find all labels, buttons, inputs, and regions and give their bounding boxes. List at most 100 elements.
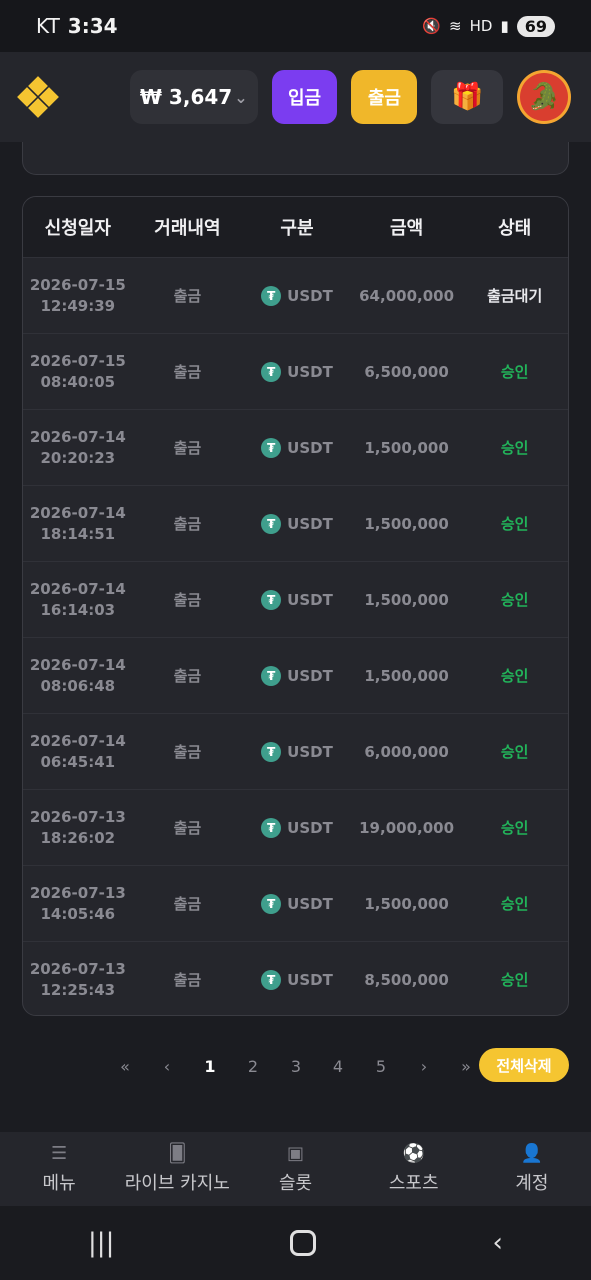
withdraw-button[interactable]: 출금 <box>351 70 418 124</box>
back-icon[interactable]: ‹ <box>493 1228 503 1258</box>
cards-icon: 🂠 <box>168 1143 187 1164</box>
status-badge: 승인 <box>500 971 529 989</box>
row-currency: ₮ USDT <box>242 513 352 534</box>
status-badge: 승인 <box>500 819 529 837</box>
header-status: 상태 <box>498 218 532 239</box>
row-currency-label: USDT <box>287 818 333 837</box>
table-header: 신청일자 거래내역 구분 금액 상태 <box>23 197 568 257</box>
table-row: 2026-07-14 18:14:51 출금 ₮ USDT 1,500,000 승인 <box>23 485 568 561</box>
row-date-day: 2026-07-13 <box>29 807 126 826</box>
row-type: 출금 <box>173 515 202 533</box>
row-date-time: 08:40:05 <box>40 372 116 391</box>
tether-icon: ₮ <box>261 437 282 458</box>
page-3-button[interactable]: 3 <box>281 1048 311 1084</box>
row-type: 출금 <box>173 363 202 381</box>
row-currency-label: USDT <box>287 286 333 305</box>
table-row: 2026-07-15 12:49:39 출금 ₮ USDT 64,000,000 출금대기 <box>23 257 568 333</box>
row-date: 2026-07-13 12:25:43 <box>23 959 133 1001</box>
row-amount: 6,000,000 <box>364 742 449 761</box>
table-row: 2026-07-13 18:26:02 출금 ₮ USDT 19,000,000 승인 <box>23 789 568 865</box>
next-page-button[interactable]: › <box>409 1048 439 1084</box>
clock: 3:34 <box>67 14 118 38</box>
pagination: « ‹ 1 2 3 4 5 › » 전체삭제 <box>0 1048 591 1084</box>
row-amount: 1,500,000 <box>364 438 449 457</box>
row-type: 출금 <box>173 743 202 761</box>
row-date-day: 2026-07-14 <box>29 655 126 674</box>
tether-icon: ₮ <box>261 969 282 990</box>
row-currency-label: USDT <box>287 438 333 457</box>
tether-icon: ₮ <box>261 893 282 914</box>
previous-panel-bottom <box>22 142 569 175</box>
nav-menu[interactable]: ☰ 메뉴 <box>0 1132 118 1206</box>
top-header: ₩ 3,647 ⌄ 입금 출금 🎁 🐊 <box>0 52 591 142</box>
header-date: 신청일자 <box>44 218 111 239</box>
nav-slot-label: 슬롯 <box>278 1173 313 1194</box>
row-currency: ₮ USDT <box>242 969 352 990</box>
brand-logo-icon[interactable] <box>17 76 59 118</box>
balance-dropdown[interactable]: ₩ 3,647 ⌄ <box>129 70 258 124</box>
row-amount: 1,500,000 <box>364 894 449 913</box>
avatar[interactable]: 🐊 <box>517 70 571 124</box>
row-date-time: 18:14:51 <box>40 524 116 543</box>
row-currency-label: USDT <box>287 742 333 761</box>
table-row: 2026-07-13 14:05:46 출금 ₮ USDT 1,500,000 승인 <box>23 865 568 941</box>
recent-apps-icon[interactable]: ||| <box>88 1228 114 1258</box>
slot-icon: ▣ <box>287 1143 305 1164</box>
row-currency: ₮ USDT <box>242 437 352 458</box>
row-currency-label: USDT <box>287 362 333 381</box>
row-date-day: 2026-07-14 <box>29 579 126 598</box>
table-row: 2026-07-14 16:14:03 출금 ₮ USDT 1,500,000 승인 <box>23 561 568 637</box>
ball-icon: ⚽ <box>402 1143 425 1164</box>
row-amount: 1,500,000 <box>364 666 449 685</box>
status-bar: KT 3:34 🔇 ≋ HD ▮ 69 <box>0 0 591 52</box>
nav-sports[interactable]: ⚽ 스포츠 <box>355 1132 473 1206</box>
row-date-time: 12:25:43 <box>40 980 116 999</box>
tether-icon: ₮ <box>261 589 282 610</box>
row-currency: ₮ USDT <box>242 741 352 762</box>
home-icon[interactable] <box>290 1230 317 1256</box>
row-currency-label: USDT <box>287 666 333 685</box>
row-currency: ₮ USDT <box>242 361 352 382</box>
row-type: 출금 <box>173 667 202 685</box>
last-page-button[interactable]: » <box>451 1048 481 1084</box>
withdrawal-history-table: 신청일자 거래내역 구분 금액 상태 2026-07-15 12:49:39 출금 ₮… <box>22 196 569 1016</box>
nav-live-casino[interactable]: 🂠 라이브 카지노 <box>118 1132 236 1206</box>
page-2-button[interactable]: 2 <box>238 1048 268 1084</box>
row-type: 출금 <box>173 439 202 457</box>
row-date-day: 2026-07-15 <box>29 351 126 370</box>
row-date-time: 20:20:23 <box>40 448 116 467</box>
row-currency-label: USDT <box>287 590 333 609</box>
status-badge: 승인 <box>500 515 529 533</box>
row-date: 2026-07-14 08:06:48 <box>23 655 133 697</box>
system-nav-bar: ||| ‹ <box>0 1206 591 1280</box>
chevron-down-icon: ⌄ <box>234 87 248 107</box>
row-amount: 6,500,000 <box>364 362 449 381</box>
page-4-button[interactable]: 4 <box>323 1048 353 1084</box>
deposit-button[interactable]: 입금 <box>271 70 338 124</box>
tether-icon: ₮ <box>261 665 282 686</box>
table-body: 2026-07-15 12:49:39 출금 ₮ USDT 64,000,000 출금대기 2… <box>23 257 568 1015</box>
delete-all-button[interactable]: 전체삭제 <box>479 1048 569 1082</box>
row-date-time: 06:45:41 <box>40 752 116 771</box>
nav-sports-label: 스포츠 <box>388 1173 439 1194</box>
prev-page-button[interactable]: ‹ <box>152 1048 182 1084</box>
page-1-button[interactable]: 1 <box>195 1048 225 1084</box>
gift-button[interactable]: 🎁 <box>431 70 504 124</box>
row-type: 출금 <box>173 819 202 837</box>
row-amount: 19,000,000 <box>359 818 455 837</box>
table-row: 2026-07-14 08:06:48 출금 ₮ USDT 1,500,000 승인 <box>23 637 568 713</box>
status-badge: 출금대기 <box>487 287 543 305</box>
nav-slot[interactable]: ▣ 슬롯 <box>236 1132 354 1206</box>
row-currency: ₮ USDT <box>242 665 352 686</box>
row-date: 2026-07-14 06:45:41 <box>23 731 133 773</box>
page-5-button[interactable]: 5 <box>366 1048 396 1084</box>
row-date: 2026-07-13 14:05:46 <box>23 883 133 925</box>
hd-icon: HD <box>469 17 493 35</box>
signal-icon: ▮ <box>500 17 509 35</box>
status-badge: 승인 <box>500 743 529 761</box>
header-amount: 금액 <box>390 218 424 239</box>
nav-account[interactable]: 👤 계정 <box>473 1132 591 1206</box>
status-badge: 승인 <box>500 363 529 381</box>
tether-icon: ₮ <box>261 285 282 306</box>
first-page-button[interactable]: « <box>110 1048 140 1084</box>
